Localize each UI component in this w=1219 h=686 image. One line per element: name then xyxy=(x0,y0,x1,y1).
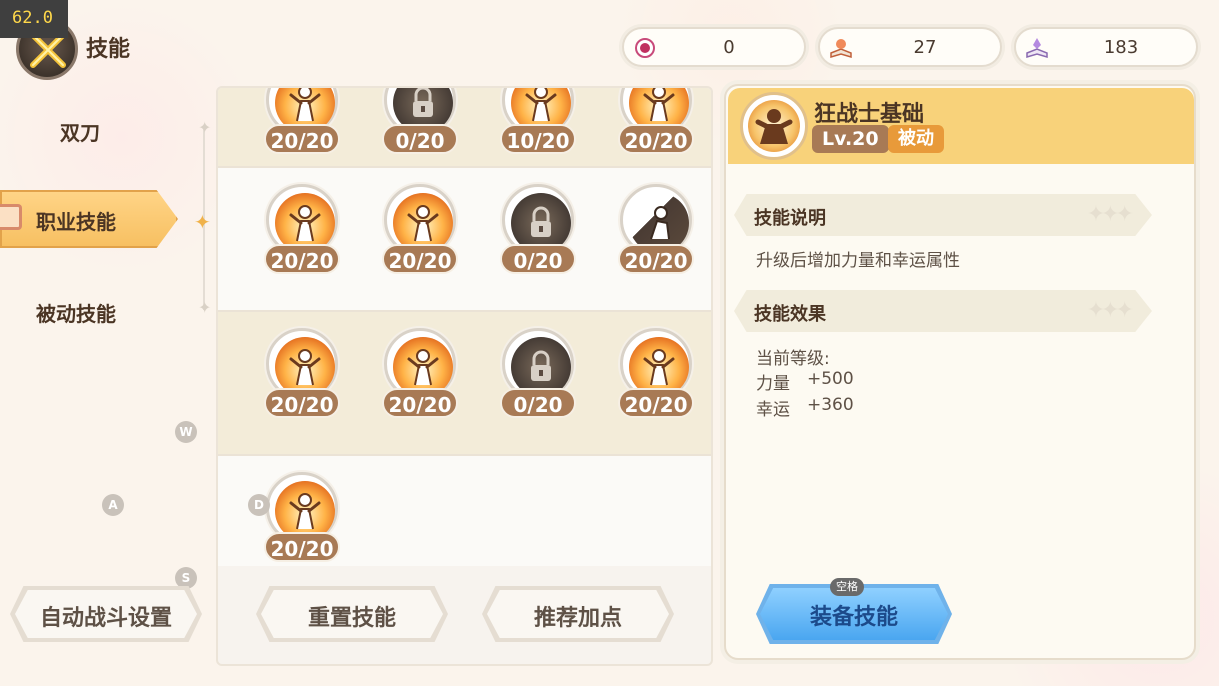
menu-item-passive-skills[interactable]: 被动技能 xyxy=(36,298,116,327)
section-title: 技能说明 xyxy=(754,208,826,229)
skill-level-label: 20/20 xyxy=(264,244,340,274)
menu-item-dual-blade[interactable]: 双刀 xyxy=(60,117,100,146)
key-hint-a: A xyxy=(102,494,124,516)
decorative-stars-icon: ✦✦✦ xyxy=(1086,298,1134,323)
skill-level-badge: Lv.20 xyxy=(812,125,889,153)
skill-type-badge: 被动 xyxy=(888,125,944,153)
key-hint-w: W xyxy=(175,421,197,443)
skill-slot[interactable]: 20/20 xyxy=(264,472,340,582)
recommend-points-button[interactable]: 推荐加点 xyxy=(482,586,674,642)
skill-slot[interactable]: 0/20 xyxy=(382,88,458,174)
effect-stat: 力量 xyxy=(756,374,790,394)
resource-value: 0 xyxy=(723,37,735,58)
current-level-label: 当前等级: xyxy=(756,349,830,369)
skill-level-label: 20/20 xyxy=(264,388,340,418)
skill-slot[interactable]: 20/20 xyxy=(264,184,340,294)
resource-orb: 0 xyxy=(622,27,806,67)
skill-level-label: 20/20 xyxy=(264,124,340,154)
skill-level-label: 20/20 xyxy=(618,124,694,154)
skill-slot[interactable]: 10/20 xyxy=(500,88,576,174)
skill-level-label: 0/20 xyxy=(382,124,458,154)
skill-name: 狂战士基础 xyxy=(814,102,925,127)
skill-level-label: 20/20 xyxy=(264,532,340,562)
skill-slot[interactable]: 20/20 xyxy=(264,88,340,174)
effect-value: +500 xyxy=(807,369,854,389)
section-header-description: 技能说明 ✦✦✦ xyxy=(734,194,1152,236)
skill-level-label: 20/20 xyxy=(618,244,694,274)
skill-slot[interactable]: 20/20 xyxy=(618,184,694,294)
skill-slot[interactable]: 20/20 xyxy=(618,88,694,174)
section-header-effect: 技能效果 ✦✦✦ xyxy=(734,290,1152,332)
resource-book: 27 xyxy=(818,27,1002,67)
skill-slot[interactable]: 20/20 xyxy=(382,184,458,294)
rail-active-star-icon: ✦ xyxy=(194,210,211,234)
reset-skills-button[interactable]: 重置技能 xyxy=(256,586,448,642)
button-label: 装备技能 xyxy=(809,605,898,630)
effect-value: +360 xyxy=(807,395,854,415)
menu-item-label: 职业技能 xyxy=(36,210,116,234)
skill-detail-panel xyxy=(724,84,1196,660)
resource-value: 183 xyxy=(1103,37,1139,58)
key-hint-space: 空格 xyxy=(830,578,864,596)
skill-slot[interactable]: 0/20 xyxy=(500,184,576,294)
fps-counter: 62.0 xyxy=(0,0,68,38)
rail-star-icon: ✦ xyxy=(198,118,212,137)
button-label: 重置技能 xyxy=(307,606,396,631)
skill-level-label: 20/20 xyxy=(618,388,694,418)
skill-level-label: 10/20 xyxy=(500,124,576,154)
orb-icon xyxy=(635,38,655,58)
skill-level-label: 0/20 xyxy=(500,244,576,274)
resource-crystal-book: 183 xyxy=(1014,27,1198,67)
skill-level-label: 20/20 xyxy=(382,244,458,274)
skill-slot[interactable]: 20/20 xyxy=(264,328,340,438)
crystal-book-icon xyxy=(1026,38,1048,59)
button-label: 自动战斗设置 xyxy=(39,606,172,631)
decorative-stars-icon: ✦✦✦ xyxy=(1086,202,1134,227)
card-icon xyxy=(0,204,22,230)
berserker-icon xyxy=(755,109,793,144)
skill-slot[interactable]: 20/20 xyxy=(382,328,458,438)
book-icon xyxy=(830,39,852,59)
skill-description: 升级后增加力量和幸运属性 xyxy=(756,251,960,271)
skill-level-label: 0/20 xyxy=(500,388,576,418)
key-hint-d: D xyxy=(248,494,270,516)
button-label: 推荐加点 xyxy=(533,606,622,631)
effect-stat: 幸运 xyxy=(756,400,790,420)
rail-star-icon: ✦ xyxy=(198,298,212,317)
menu-item-class-skills[interactable]: 职业技能 xyxy=(0,184,188,254)
page-title: 技能 xyxy=(86,37,131,62)
auto-battle-settings-button[interactable]: 自动战斗设置 xyxy=(10,586,202,642)
section-title: 技能效果 xyxy=(754,304,826,325)
resource-value: 27 xyxy=(913,37,937,58)
skill-slot[interactable]: 20/20 xyxy=(618,328,694,438)
skill-level-label: 20/20 xyxy=(382,388,458,418)
selected-skill-icon xyxy=(740,92,808,160)
skill-grid: 20/20 0/20 10/20 20/20 20/20 20/20 0/20 20/20 20… xyxy=(216,86,713,666)
skill-slot[interactable]: 0/20 xyxy=(500,328,576,438)
